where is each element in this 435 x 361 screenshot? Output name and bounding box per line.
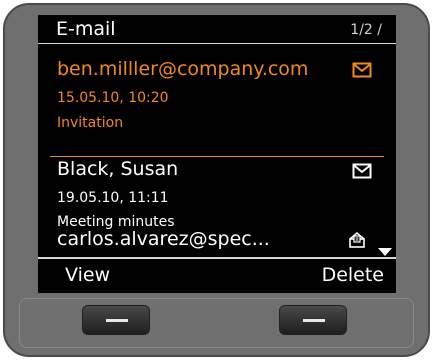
email-date: 15.05.10, 10:20 bbox=[57, 90, 169, 106]
email-sender: Black, Susan bbox=[57, 158, 179, 180]
email-sender: ben.milller@company.com bbox=[57, 58, 309, 80]
display-screen: E-mail 1/2 / ben.milller@company.com 15.… bbox=[38, 15, 396, 293]
email-subject: Invitation bbox=[57, 115, 124, 131]
email-date: 19.05.10, 11:11 bbox=[57, 190, 169, 206]
email-list-item-2[interactable]: Black, Susan 19.05.10, 11:11 Meeting min… bbox=[38, 157, 396, 230]
screen-header: E-mail 1/2 / bbox=[38, 15, 396, 44]
open-envelope-icon bbox=[348, 231, 366, 253]
page-indicator: 1/2 / bbox=[350, 22, 382, 38]
right-softkey-button[interactable] bbox=[279, 305, 347, 335]
left-softkey-button[interactable] bbox=[82, 305, 150, 335]
envelope-icon bbox=[352, 62, 372, 82]
email-list-item-1[interactable]: ben.milller@company.com 15.05.10, 10:20 … bbox=[38, 45, 396, 155]
device-lower-panel bbox=[19, 298, 414, 348]
page-title: E-mail bbox=[56, 18, 116, 40]
softkey-view[interactable]: View bbox=[65, 264, 110, 286]
envelope-icon bbox=[352, 163, 372, 183]
email-list-item-3[interactable]: carlos.alvarez@spec... bbox=[38, 227, 396, 257]
email-sender: carlos.alvarez@spec... bbox=[57, 228, 270, 250]
softkey-bar: View Delete bbox=[38, 257, 396, 293]
softkey-delete[interactable]: Delete bbox=[322, 264, 384, 286]
